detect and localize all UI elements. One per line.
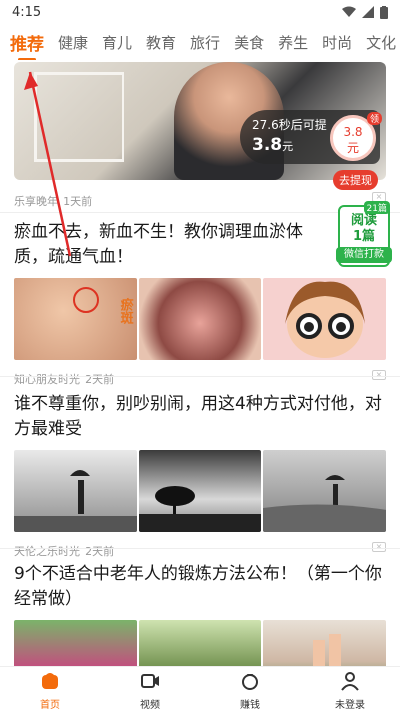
wechat-payout-button[interactable]: 微信打款 (336, 247, 392, 263)
cartoon-thumbnail (263, 278, 387, 360)
park-thumbnail (138, 620, 262, 666)
article-thumbnails: 瘀斑 (14, 278, 387, 360)
tab-wellness[interactable]: 养生 (278, 32, 308, 53)
video-icon (141, 674, 159, 688)
shelf-graphic (34, 72, 124, 162)
tab-education[interactable]: 教育 (146, 32, 176, 53)
divider (0, 548, 400, 549)
coin-tag: 领 (366, 112, 382, 125)
divider (0, 376, 400, 377)
nav-video[interactable]: 视频 (100, 667, 200, 710)
article-title: 9个不适合中老年人的锻炼方法公布！（第一个你经常做） (14, 564, 382, 609)
article-time: 1天前 (63, 195, 93, 208)
withdraw-button[interactable]: 去提现 (333, 170, 378, 190)
dismiss-icon[interactable]: × (372, 370, 386, 380)
status-bar: 4:15 (0, 0, 400, 24)
tab-recommend[interactable]: 推荐 (10, 30, 44, 60)
article-time: 2天前 (85, 373, 115, 386)
news-feed[interactable]: 27.6秒后可提 3.8元 3.8 元 领 去提现 乐享晚年 1天前 × 瘀血不… (0, 60, 400, 666)
umbrella-man-thumbnail (14, 450, 137, 532)
tongue-thumbnail (138, 278, 262, 360)
wifi-icon (342, 6, 356, 17)
article-thumbnails (14, 450, 387, 532)
tab-parenting[interactable]: 育儿 (102, 32, 132, 53)
signal-icon (362, 6, 374, 18)
home-icon (42, 673, 58, 689)
tab-travel[interactable]: 旅行 (190, 32, 220, 53)
tab-culture[interactable]: 文化 (366, 32, 396, 53)
nav-profile[interactable]: 未登录 (300, 667, 400, 710)
article-card[interactable]: 瘀血不去，新血不生！教你调理血淤体质，疏通气血！ 瘀斑 知心朋友时光 2天前 × (14, 220, 387, 386)
silhouette-thumbnail (263, 450, 387, 532)
reading-count-tag: 21篇 (363, 201, 390, 214)
article-thumbnails (14, 620, 387, 666)
money-bag-icon (242, 674, 258, 690)
article-time: 2天前 (85, 545, 115, 558)
article-source: 天伦之乐时光 (14, 545, 80, 558)
article-source: 乐享晚年 (14, 195, 58, 208)
nav-home[interactable]: 首页 (0, 667, 100, 710)
status-time: 4:15 (12, 4, 42, 20)
article-title: 瘀血不去，新血不生！教你调理血淤体质，疏通气血！ (14, 222, 303, 267)
running-thumbnail (263, 620, 387, 666)
face-thumbnail: 瘀斑 (14, 278, 137, 360)
tree-thumbnail (138, 450, 262, 532)
bottom-navigation: 首页 视频 赚钱 未登录 (0, 666, 400, 710)
dismiss-icon[interactable]: × (372, 542, 386, 552)
article-title: 谁不尊重你，别吵别闹，用这4种方式对付他，对方最难受 (14, 394, 382, 439)
category-tabs: 推荐 健康 育儿 教育 旅行 美食 养生 时尚 文化 估 (0, 24, 400, 60)
article-source: 知心朋友时光 (14, 373, 80, 386)
tab-food[interactable]: 美食 (234, 32, 264, 53)
tab-health[interactable]: 健康 (58, 32, 88, 53)
battery-icon (380, 5, 388, 19)
dancers-thumbnail (14, 620, 137, 666)
article-meta: 知心朋友时光 2天前 × (14, 368, 386, 386)
article-meta: 天伦之乐时光 2天前 × (14, 540, 386, 558)
tab-fashion[interactable]: 时尚 (322, 32, 352, 53)
article-card[interactable]: 谁不尊重你，别吵别闹，用这4种方式对付他，对方最难受 天伦之乐时光 2天前 × (14, 392, 387, 558)
nav-earn[interactable]: 赚钱 (200, 667, 300, 710)
video-meta: 乐享晚年 1天前 × (14, 190, 386, 209)
thumb-label: 瘀斑 (117, 298, 133, 324)
user-icon (341, 672, 359, 691)
article-card[interactable]: 9个不适合中老年人的锻炼方法公布！（第一个你经常做） (14, 562, 387, 666)
